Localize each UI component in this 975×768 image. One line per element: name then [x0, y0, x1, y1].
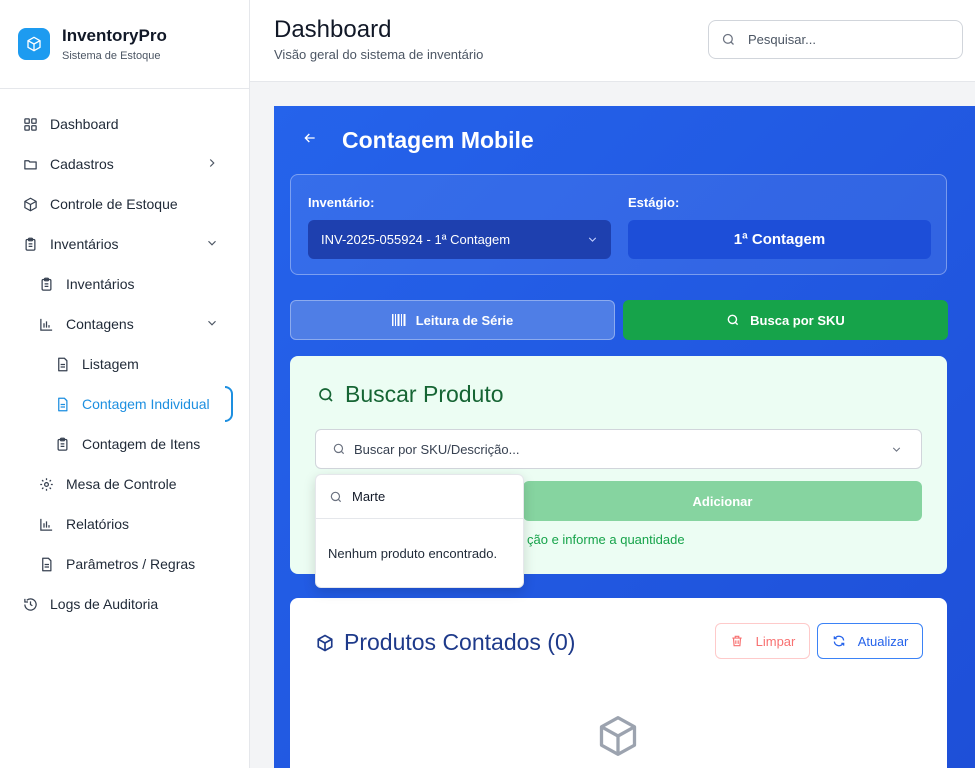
clear-button[interactable]: Limpar	[715, 623, 810, 659]
sku-search-label: Busca por SKU	[750, 312, 845, 328]
box-icon	[316, 634, 334, 652]
file-icon	[54, 396, 70, 412]
sidebar-item-relatorios[interactable]: Relatórios	[0, 504, 249, 544]
grid-icon	[22, 116, 38, 132]
sidebar-item-controle-estoque[interactable]: Controle de Estoque	[0, 184, 249, 224]
sidebar-item-label: Mesa de Controle	[66, 476, 177, 492]
clipboard-icon	[38, 276, 54, 292]
cube-logo-icon	[18, 28, 50, 60]
stage-label: Estágio:	[628, 195, 680, 210]
sidebar-item-contagens[interactable]: Contagens	[0, 304, 249, 344]
sidebar: InventoryPro Sistema de Estoque Dashboar…	[0, 0, 250, 768]
bar-chart-icon	[38, 316, 54, 332]
page-subtitle: Visão geral do sistema de inventário	[274, 47, 484, 62]
sidebar-item-label: Inventários	[66, 276, 135, 292]
counted-products-card: Produtos Contados (0) Limpar Atualizar	[290, 598, 947, 768]
no-results-message: Nenhum produto encontrado.	[328, 546, 498, 561]
search-input[interactable]: Pesquisar...	[708, 20, 963, 59]
clipboard-icon	[54, 436, 70, 452]
sidebar-item-label: Parâmetros / Regras	[66, 556, 196, 572]
sidebar-item-label: Contagens	[66, 316, 134, 332]
sidebar-item-label: Inventários	[50, 236, 119, 252]
brand[interactable]: InventoryPro Sistema de Estoque	[0, 0, 249, 89]
chevron-right-icon	[205, 156, 219, 173]
sidebar-item-label: Logs de Auditoria	[50, 596, 159, 612]
sidebar-item-label: Listagem	[82, 356, 139, 372]
sidebar-item-mesa-controle[interactable]: Mesa de Controle	[0, 464, 249, 504]
inventory-selection-box: Inventário: Estágio: INV-2025-055924 - 1…	[290, 174, 947, 275]
search-icon	[332, 442, 346, 456]
mobile-count-panel: Contagem Mobile Inventário: Estágio: INV…	[274, 106, 975, 768]
sidebar-item-label: Dashboard	[50, 116, 119, 132]
sidebar-item-logs-auditoria[interactable]: Logs de Auditoria	[0, 584, 249, 624]
add-button[interactable]: Adicionar	[523, 481, 922, 521]
search-icon	[329, 490, 343, 504]
sidebar-item-contagem-individual[interactable]: Contagem Individual	[0, 384, 249, 424]
serial-reading-button[interactable]: Leitura de Série	[290, 300, 615, 340]
search-icon	[317, 386, 335, 404]
inventory-label: Inventário:	[308, 195, 375, 210]
file-icon	[38, 556, 54, 572]
panel-title: Contagem Mobile	[342, 127, 534, 153]
empty-box-icon	[596, 714, 640, 758]
product-search-placeholder: Buscar por SKU/Descrição...	[354, 441, 520, 457]
history-icon	[22, 596, 38, 612]
chevron-down-icon	[586, 233, 599, 246]
refresh-button-label: Atualizar	[857, 633, 909, 649]
sidebar-item-contagem-itens[interactable]: Contagem de Itens	[0, 424, 249, 464]
back-arrow-icon[interactable]	[302, 130, 318, 146]
refresh-button[interactable]: Atualizar	[817, 623, 923, 659]
active-indicator	[225, 386, 233, 422]
sidebar-item-cadastros[interactable]: Cadastros	[0, 144, 249, 184]
counted-products-title: Produtos Contados (0)	[316, 629, 575, 656]
search-hint: ção e informe a quantidade	[527, 532, 685, 547]
search-icon	[726, 313, 740, 327]
sidebar-item-listagem[interactable]: Listagem	[0, 344, 249, 384]
sidebar-nav: Dashboard Cadastros Controle de Estoque …	[0, 89, 249, 624]
dropdown-search-value: Marte	[352, 489, 386, 504]
brand-title: InventoryPro	[62, 26, 167, 45]
product-search-select[interactable]: Buscar por SKU/Descrição...	[315, 429, 922, 469]
brand-subtitle: Sistema de Estoque	[62, 50, 161, 62]
file-icon	[54, 356, 70, 372]
clipboard-icon	[22, 236, 38, 252]
sidebar-item-inventarios-group[interactable]: Inventários	[0, 224, 249, 264]
product-search-dropdown: Marte Nenhum produto encontrado.	[315, 474, 524, 588]
refresh-icon	[832, 634, 846, 648]
bar-chart-icon	[38, 516, 54, 532]
page-title: Dashboard	[274, 16, 392, 43]
sidebar-item-label: Contagem de Itens	[82, 436, 201, 452]
clear-button-label: Limpar	[755, 633, 796, 649]
sidebar-item-label: Contagem Individual	[82, 396, 210, 412]
stage-value: 1ª Contagem	[628, 220, 931, 259]
trash-icon	[730, 634, 744, 648]
inventory-select[interactable]: INV-2025-055924 - 1ª Contagem	[308, 220, 611, 259]
serial-reading-label: Leitura de Série	[415, 312, 514, 328]
chevron-down-icon	[205, 316, 219, 333]
search-placeholder: Pesquisar...	[748, 32, 816, 47]
dropdown-search-input[interactable]: Marte	[316, 475, 523, 519]
search-product-title: Buscar Produto	[317, 381, 504, 408]
search-icon	[721, 32, 736, 47]
box-icon	[22, 196, 38, 212]
sidebar-item-parametros[interactable]: Parâmetros / Regras	[0, 544, 249, 584]
gear-icon	[38, 476, 54, 492]
sidebar-item-label: Relatórios	[66, 516, 130, 532]
sidebar-item-label: Controle de Estoque	[50, 196, 178, 212]
inventory-select-value: INV-2025-055924 - 1ª Contagem	[321, 232, 511, 247]
chevron-down-icon	[890, 443, 903, 456]
top-header: Dashboard Visão geral do sistema de inve…	[250, 0, 975, 82]
folder-icon	[22, 156, 38, 172]
barcode-icon	[391, 314, 406, 326]
sidebar-item-label: Cadastros	[50, 156, 114, 172]
search-product-title-text: Buscar Produto	[345, 381, 504, 407]
sku-search-button[interactable]: Busca por SKU	[623, 300, 948, 340]
chevron-down-icon	[205, 236, 219, 253]
counted-products-title-text: Produtos Contados (0)	[344, 629, 576, 655]
sidebar-item-inventarios[interactable]: Inventários	[0, 264, 249, 304]
sidebar-item-dashboard[interactable]: Dashboard	[0, 104, 249, 144]
